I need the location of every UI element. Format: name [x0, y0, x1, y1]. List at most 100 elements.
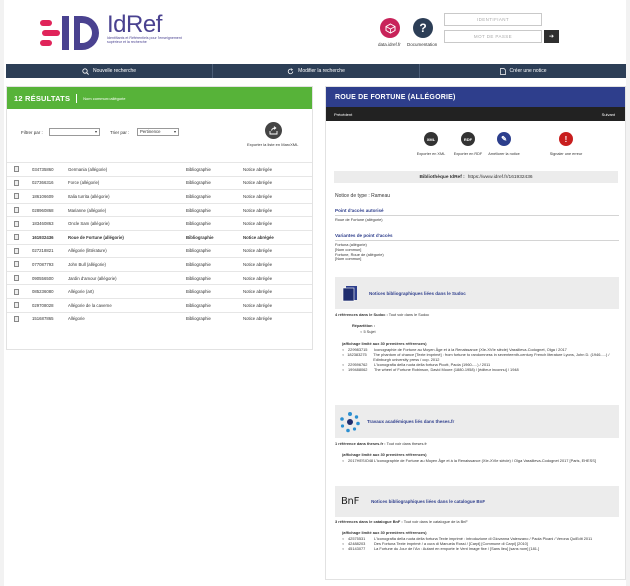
document-icon: [13, 302, 19, 309]
previous-link[interactable]: Précédent: [334, 112, 352, 117]
table-row[interactable]: 029708028 Allégorie de la caverne Bibliogr…: [7, 297, 312, 312]
bnf-reference-id[interactable]: 45143077: [348, 546, 372, 552]
record-pagination: Précédent Suivant: [326, 107, 625, 121]
sudoc-count-label: 4 références dans le Sudoc :: [335, 312, 388, 317]
idref-logo-icon[interactable]: [40, 12, 102, 54]
theses-box-title[interactable]: Travaux académiques liés dans theses.fr: [367, 419, 454, 424]
table-row[interactable]: 085236080 Allégorie (art) Bibliographie Not…: [7, 284, 312, 298]
sort-select[interactable]: Pertinence ▾: [137, 128, 179, 136]
sudoc-reference[interactable]: ○ 199488062 The wheel of Fortune Robinson,…: [342, 367, 620, 373]
row-name[interactable]: Allégorie (littérature): [58, 248, 181, 253]
row-name[interactable]: John Bull (allégorie): [58, 262, 181, 267]
sudoc-reference-id[interactable]: 199488062: [348, 367, 372, 373]
row-id[interactable]: 027366316: [21, 180, 58, 185]
table-row[interactable]: 090556500 Jardin d'amour (allégorie) Bibli…: [7, 270, 312, 285]
row-id[interactable]: 077087793: [21, 262, 58, 267]
bib-url[interactable]: https://www.idref.fr/161932436: [468, 175, 533, 180]
theses-see-all-link[interactable]: Tout voir dans theses.fr: [386, 441, 427, 446]
table-row[interactable]: 027366316 Force (allégorie) Bibliographie N…: [7, 175, 312, 190]
sort-select-value: Pertinence: [140, 129, 161, 134]
row-id[interactable]: 028960868: [21, 208, 58, 213]
export-marcxml-label[interactable]: Exporter la liste en MarcXML: [247, 142, 298, 147]
document-icon: [13, 179, 19, 186]
theses-reference-id[interactable]: 2017HESIO48: [348, 458, 373, 464]
sudoc-see-all-link[interactable]: Tout voir dans le Sudoc: [388, 312, 429, 317]
export-marcxml-icon[interactable]: [265, 122, 282, 139]
password-input[interactable]: MOT DE PASSE: [444, 30, 542, 43]
rdf-export-icon[interactable]: RDF: [461, 132, 475, 146]
action-rdf-export[interactable]: RDF Exporter en RDF: [448, 132, 488, 156]
row-name[interactable]: Italia turrita (allégorie): [58, 194, 181, 199]
table-row[interactable]: 034735860 Germania (allégorie) Bibliograph…: [7, 162, 312, 176]
data-idref-icon[interactable]: [380, 18, 400, 38]
row-name[interactable]: Oncle Sam (allégorie): [58, 221, 181, 226]
action-edit-wand[interactable]: ✎ Améliorer la notice: [484, 132, 524, 156]
row-type: Bibliographie: [186, 275, 211, 281]
sort-label: Trier par :: [110, 130, 130, 135]
sudoc-reference-text[interactable]: The wheel of Fortune Robinson, David Moo…: [374, 367, 519, 373]
login-button[interactable]: ➔: [544, 30, 559, 43]
row-type: Bibliographie: [186, 193, 211, 199]
table-row[interactable]: 027218821 Allégorie (littérature) Bibliogr…: [7, 243, 312, 258]
edit-wand-icon[interactable]: ✎: [497, 132, 511, 146]
row-id[interactable]: 034735860: [21, 167, 58, 172]
row-id[interactable]: 183460863: [21, 221, 58, 226]
table-row[interactable]: 077087793 John Bull (allégorie) Bibliograp…: [7, 257, 312, 271]
table-row[interactable]: 028960868 Marianne (allégorie) Bibliograph…: [7, 202, 312, 217]
row-id[interactable]: 029708028: [21, 303, 58, 308]
alert-icon[interactable]: !: [559, 132, 573, 146]
username-input[interactable]: IDENTIFIANT: [444, 13, 542, 26]
document-icon: [13, 247, 19, 254]
nav-modify-search[interactable]: Modifier la recherche: [213, 64, 420, 78]
sudoc-box-title[interactable]: Notices bibliographiques liées dans le S…: [369, 291, 466, 296]
row-name[interactable]: Allégorie de la caverne: [58, 303, 181, 308]
row-id[interactable]: 161932436: [21, 235, 58, 240]
row-id[interactable]: 085236080: [21, 289, 58, 294]
bnf-see-all-link[interactable]: Tout voir dans le catalogue de la BnF: [403, 519, 468, 524]
nav-create-record[interactable]: Créer une notice: [420, 64, 626, 78]
row-status: Notice abrégée: [243, 316, 273, 322]
table-row[interactable]: 183460863 Oncle Sam (allégorie) Bibliograp…: [7, 216, 312, 230]
nav-new-search[interactable]: Nouvelle recherche: [6, 64, 213, 78]
action-label: Exporter en XML: [416, 152, 446, 156]
next-link[interactable]: Suivant: [602, 112, 615, 117]
row-doc-cell: [11, 207, 21, 214]
row-name[interactable]: Allégorie (art): [58, 289, 181, 294]
row-name[interactable]: Marianne (allégorie): [58, 208, 181, 213]
row-id[interactable]: 090556500: [21, 276, 58, 281]
row-id[interactable]: 151687865: [21, 316, 58, 321]
xml-export-icon[interactable]: XML: [424, 132, 438, 146]
table-row[interactable]: 151687865 Allégorie Bibliographie Notice ab…: [7, 311, 312, 326]
row-name[interactable]: Germania (allégorie): [58, 167, 181, 172]
action-xml-export[interactable]: XML Exporter en XML: [411, 132, 451, 156]
data-idref-label[interactable]: data.idref.fr: [378, 42, 401, 47]
row-status: Notice abrégée: [243, 166, 273, 172]
row-name[interactable]: Roue de Fortune (allégorie): [58, 235, 181, 240]
theses-reference-text[interactable]: L'iconographie de Fortune au Moyen Âge e…: [374, 458, 596, 464]
row-status: Notice abrégée: [243, 302, 273, 308]
bnf-box-title[interactable]: Notices bibliographiques liées dans le c…: [371, 499, 485, 504]
row-id[interactable]: 186106609: [21, 194, 58, 199]
table-row[interactable]: 186106609 Italia turrita (allégorie) Bibli…: [7, 189, 312, 203]
filter-select[interactable]: ▾: [49, 128, 100, 136]
repartition-item[interactable]: ○ 5 Sujet: [360, 329, 376, 335]
row-status: Notice abrégée: [243, 234, 274, 240]
row-status: Notice abrégée: [243, 275, 273, 281]
nav-modify-search-label: Modifier la recherche: [298, 68, 345, 74]
help-icon[interactable]: ?: [413, 18, 433, 38]
row-name[interactable]: Force (allégorie): [58, 180, 181, 185]
logo-wordmark: IdRef: [107, 11, 162, 38]
table-row[interactable]: 161932436 Roue de Fortune (allégorie) Bibl…: [7, 229, 312, 244]
bnf-reference[interactable]: ○ 45143077 La Fortune du Jour de l'An : Au…: [342, 546, 620, 552]
documentation-label[interactable]: Documentation: [407, 42, 437, 47]
row-name[interactable]: Jardin d'amour (allégorie): [58, 276, 181, 281]
document-icon: [13, 193, 19, 200]
row-type: Bibliographie: [186, 289, 211, 295]
row-name[interactable]: Allégorie: [58, 316, 181, 321]
row-doc-cell: [11, 261, 21, 268]
bnf-reference-text[interactable]: La Fortune du Jour de l'An : Autant en e…: [374, 546, 539, 552]
row-type: Bibliographie: [186, 261, 211, 267]
row-id[interactable]: 027218821: [21, 248, 58, 253]
action-alert[interactable]: ! Signaler une erreur: [546, 132, 586, 156]
theses-reference[interactable]: ○ 2017HESIO48 L'iconographie de Fortune au…: [342, 458, 620, 464]
